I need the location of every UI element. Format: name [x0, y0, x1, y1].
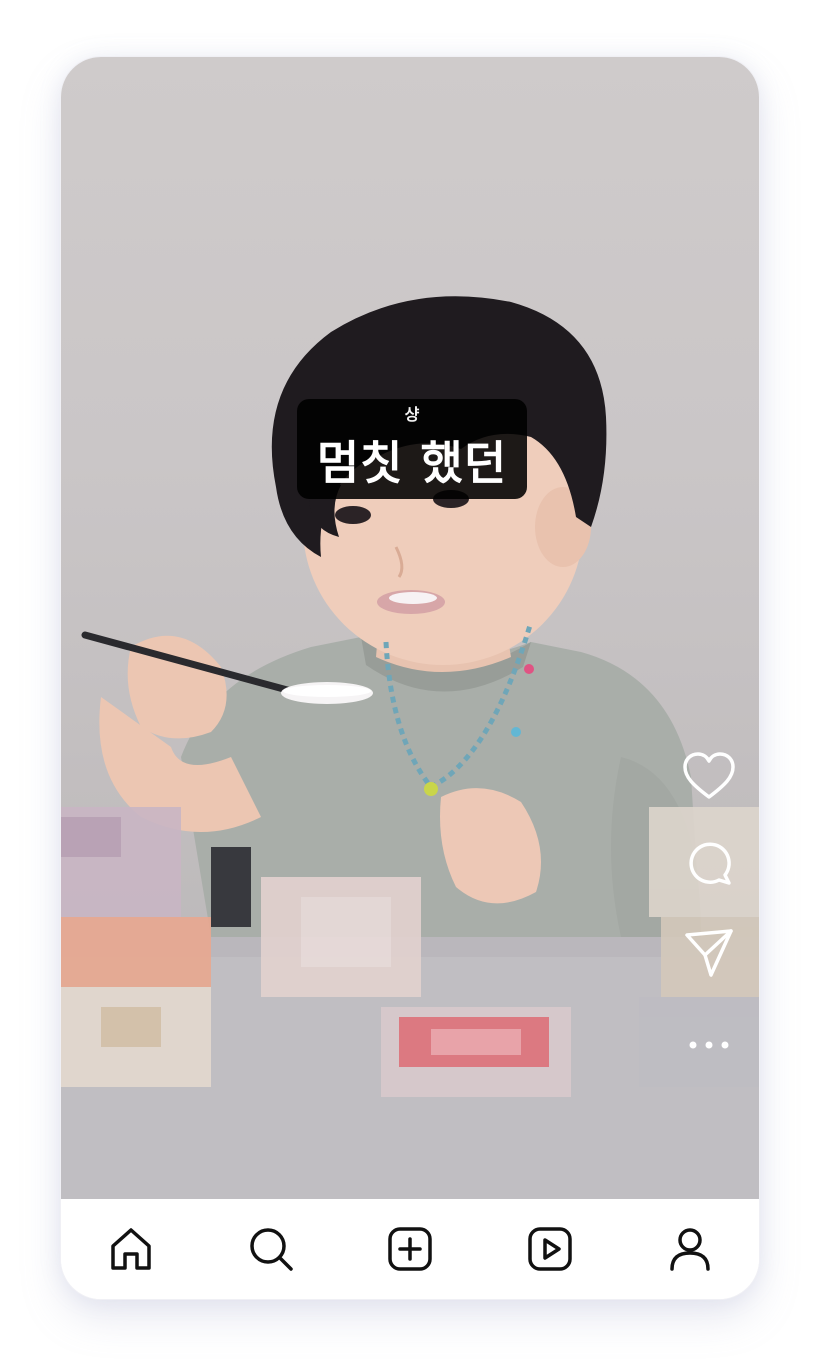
bottom-nav: [61, 1199, 759, 1299]
reel-video[interactable]: 샹 멈칫 했던: [61, 57, 759, 1199]
phone-frame: 샹 멈칫 했던: [61, 57, 759, 1299]
search-icon: [250, 1228, 293, 1271]
send-icon: [685, 929, 733, 977]
share-button[interactable]: [677, 921, 741, 985]
nav-reels[interactable]: [522, 1221, 578, 1277]
caption-text: 멈칫 했던: [316, 436, 508, 490]
profile-icon: [670, 1228, 710, 1271]
comment-icon: [689, 842, 731, 885]
like-button[interactable]: [677, 745, 741, 809]
caption-logo: 샹: [404, 405, 420, 424]
nav-home[interactable]: [103, 1221, 159, 1277]
plus-square-icon: [388, 1227, 432, 1271]
heart-icon: [683, 752, 735, 799]
nav-create[interactable]: [382, 1221, 438, 1277]
video-caption: 샹 멈칫 했던: [297, 399, 527, 499]
comment-button[interactable]: [677, 831, 741, 895]
video-frame: [61, 296, 759, 1199]
reels-icon: [528, 1227, 572, 1271]
nav-search[interactable]: [243, 1221, 299, 1277]
nav-profile[interactable]: [662, 1221, 718, 1277]
home-icon: [111, 1228, 151, 1270]
more-icon: [689, 1041, 729, 1049]
more-button[interactable]: [677, 1013, 741, 1077]
